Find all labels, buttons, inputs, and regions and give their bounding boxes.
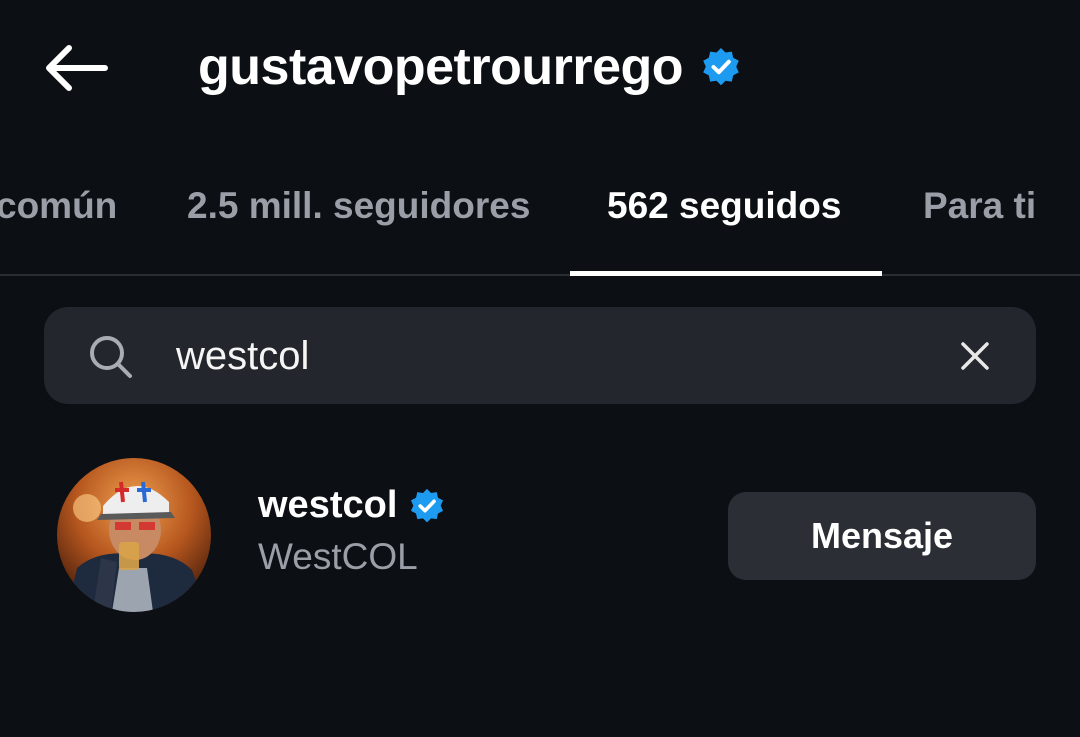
search-input[interactable] [176,327,936,385]
close-icon [961,342,989,370]
verified-badge-icon [409,488,445,524]
tab-para-ti[interactable]: Para ti [923,185,1036,227]
back-button[interactable] [40,38,112,98]
result-full-name: WestCOL [258,536,418,577]
clear-search-button[interactable] [950,331,1000,381]
result-name-line: westcol [258,484,445,527]
arrow-left-icon [46,45,108,91]
message-button[interactable]: Mensaje [728,492,1036,580]
tab-comun[interactable]: común [0,185,117,227]
list-item[interactable]: westcol WestCOL Mensaje [0,450,1080,620]
profile-title: gustavopetrourrego [198,30,741,104]
verified-badge-icon [701,47,741,87]
header: gustavopetrourrego [0,0,1080,135]
search-icon [90,336,132,378]
tab-bar: común 2.5 mill. seguidores 562 seguidos … [0,160,1080,276]
tab-following[interactable]: 562 seguidos [607,185,841,227]
avatar[interactable] [57,458,211,612]
search-bar[interactable] [44,307,1036,404]
active-tab-indicator [570,271,882,276]
tab-followers[interactable]: 2.5 mill. seguidores [187,185,530,227]
result-username[interactable]: westcol [258,484,397,527]
profile-username: gustavopetrourrego [198,38,684,96]
following-screen: gustavopetrourrego común 2.5 mill. segui… [0,0,1080,737]
